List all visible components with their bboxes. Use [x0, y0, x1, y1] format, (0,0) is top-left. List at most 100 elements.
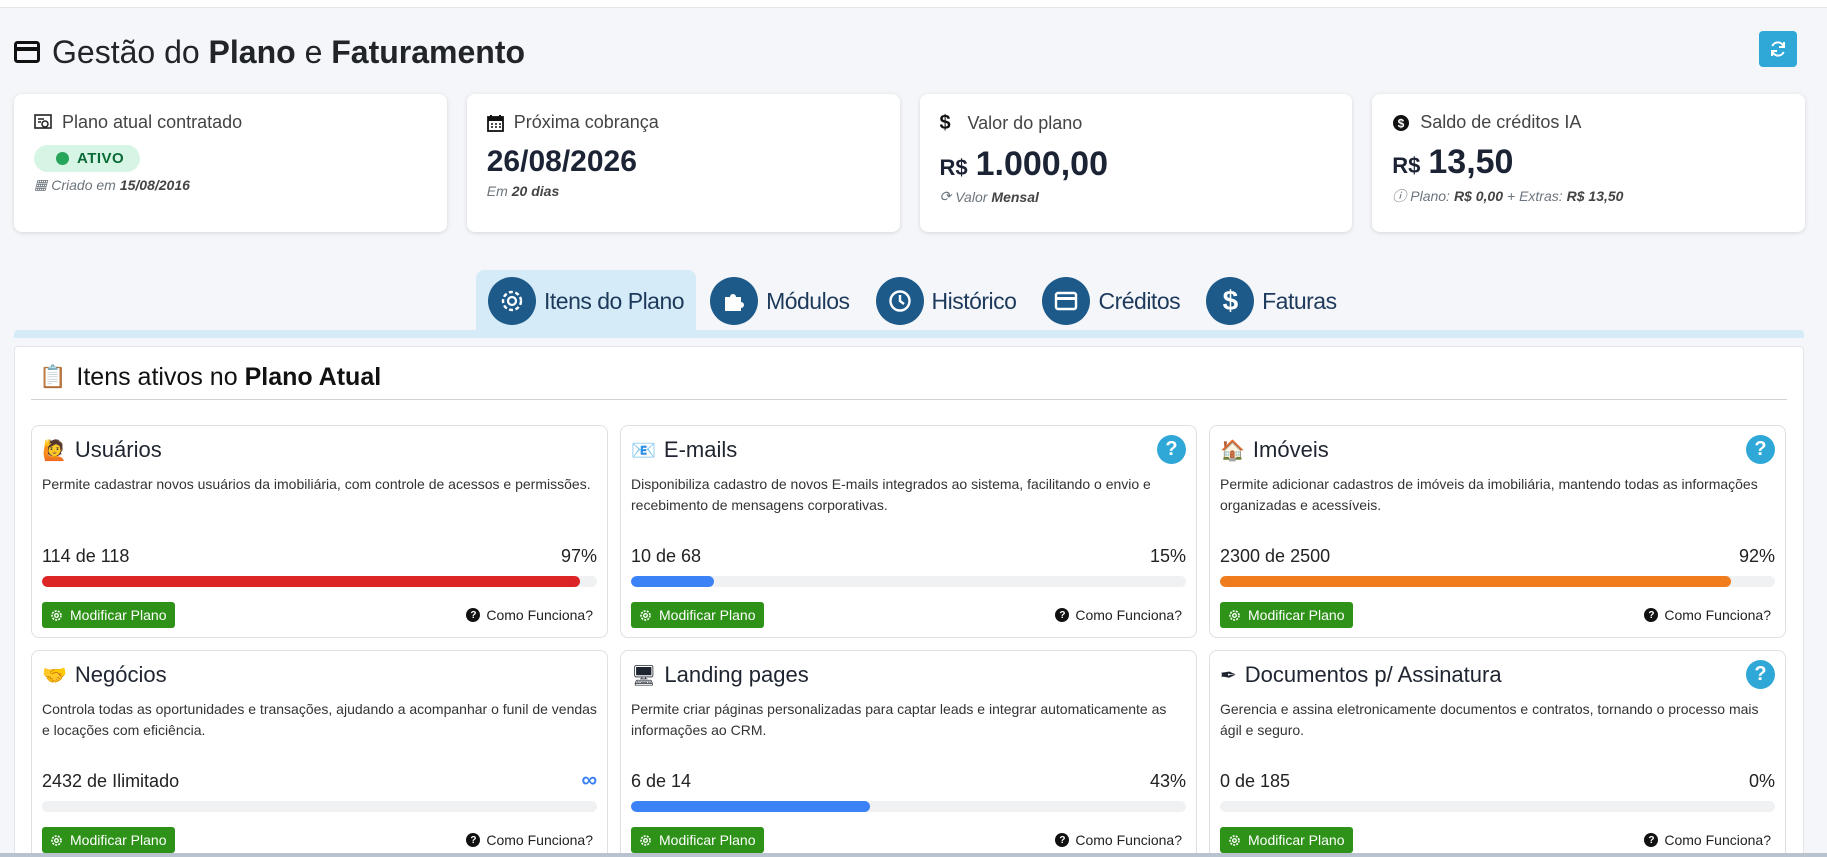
- modify-plan-button[interactable]: Modificar Plano: [1220, 827, 1353, 853]
- tab-invoices[interactable]: $ Faturas: [1194, 270, 1348, 332]
- credit-card-icon: [14, 41, 40, 63]
- gear-icon: [51, 609, 62, 621]
- calendar-icon: ▦: [34, 176, 48, 192]
- usage-count: 2300 de 2500: [1220, 546, 1331, 566]
- calendar-icon: [486, 114, 504, 132]
- usage-percent: 15%: [1149, 546, 1186, 566]
- plan-items-panel: 📋 Itens ativos no Plano Atual 🙋 Usuários…: [14, 346, 1804, 857]
- usage-count: 2432 de Ilimitado: [42, 771, 180, 791]
- plan-value: R$ 1.000,00: [939, 145, 1108, 183]
- refresh-icon: [1771, 41, 1785, 57]
- plan-item-card: 🤝 Negócios Controla todas as oportunidad…: [31, 650, 608, 857]
- card-title: 🤝 Negócios: [42, 662, 167, 687]
- usage-row: 0 de 185 0%: [1220, 771, 1775, 792]
- usage-percent: 92%: [1738, 546, 1775, 566]
- tab-credits[interactable]: Créditos: [1030, 270, 1192, 332]
- help-icon[interactable]: ?: [1746, 435, 1775, 464]
- usage-row: 6 de 14 43%: [631, 771, 1186, 792]
- usage-count: 0 de 185: [1220, 771, 1291, 791]
- help-icon[interactable]: ?: [1746, 660, 1775, 689]
- certificate-icon: [34, 113, 52, 129]
- tab-bar: Itens do Plano Módulos Histórico Crédito…: [476, 270, 1349, 332]
- created-date: ▦ Criado em 15/08/2016: [34, 176, 190, 193]
- question-icon: ?: [1055, 608, 1070, 622]
- card-description: Permite criar páginas personalizadas par…: [631, 701, 1167, 738]
- history-icon: [875, 277, 924, 325]
- card-title: ✒ Documentos p/ Assinatura: [1220, 662, 1502, 687]
- usage-count: 10 de 68: [631, 546, 702, 566]
- plan-item-card: 🙋 Usuários Permite cadastrar novos usuár…: [31, 425, 608, 638]
- plan-item-card: ✒ Documentos p/ Assinatura ? Gerencia e …: [1209, 650, 1786, 857]
- page-title: Gestão do Plano e Faturamento: [14, 34, 525, 71]
- days-remaining: Em 20 dias: [486, 183, 560, 199]
- card-description: Controla todas as oportunidades e transa…: [42, 701, 597, 738]
- infinity-icon: ∞: [581, 767, 597, 792]
- svg-text:$: $: [1398, 116, 1405, 130]
- gear-icon: [640, 609, 651, 621]
- card-footer: Modificar Plano ? Como Funciona?: [42, 602, 597, 628]
- credit-card-icon: [1042, 277, 1091, 325]
- page-header: Gestão do Plano e Faturamento: [14, 30, 1797, 74]
- usage-progress-bar: [42, 801, 597, 812]
- question-icon: ?: [1644, 608, 1659, 622]
- how-it-works-link[interactable]: ? Como Funciona?: [1055, 832, 1182, 848]
- gear-icon: [1229, 834, 1240, 846]
- usage-percent: 0%: [1748, 771, 1775, 791]
- how-it-works-link[interactable]: ? Como Funciona?: [1055, 607, 1182, 623]
- tab-modules[interactable]: Módulos: [698, 270, 861, 332]
- clipboard-icon: 📋: [39, 365, 67, 390]
- card-title: 🙋 Usuários: [42, 437, 162, 462]
- coin-icon: $: [1393, 114, 1410, 131]
- question-icon: ?: [466, 608, 481, 622]
- modify-plan-button[interactable]: Modificar Plano: [42, 827, 175, 853]
- usage-row: 2300 de 2500 92%: [1220, 546, 1775, 567]
- plan-value-label: Valor do plano: [967, 113, 1083, 133]
- how-it-works-link[interactable]: ? Como Funciona?: [1644, 607, 1771, 623]
- how-it-works-link[interactable]: ? Como Funciona?: [466, 832, 593, 848]
- card-footer: Modificar Plano ? Como Funciona?: [1220, 827, 1775, 853]
- card-emoji-icon: 🖥: [631, 663, 657, 687]
- help-icon[interactable]: ?: [1157, 435, 1186, 464]
- billing-period: ⟳ Valor Mensal: [939, 188, 1039, 205]
- panel-title: 📋 Itens ativos no Plano Atual: [39, 363, 382, 391]
- modify-plan-button[interactable]: Modificar Plano: [42, 602, 175, 628]
- dollar-icon: $: [1206, 277, 1255, 325]
- card-footer: Modificar Plano ? Como Funciona?: [42, 827, 597, 853]
- usage-count: 6 de 14: [631, 771, 692, 791]
- card-description: Gerencia e assina eletronicamente docume…: [1220, 701, 1759, 738]
- gear-icon: [640, 834, 651, 846]
- current-plan-card: Plano atual contratado ATIVO ▦ Criado em…: [14, 94, 447, 232]
- usage-progress-bar: [631, 576, 1186, 587]
- usage-percent: 97%: [560, 546, 597, 566]
- modify-plan-button[interactable]: Modificar Plano: [631, 602, 764, 628]
- tab-underline: [14, 330, 1804, 338]
- usage-percent: 43%: [1149, 771, 1186, 791]
- card-title: 🖥 Landing pages: [631, 662, 809, 687]
- tab-plan-items[interactable]: Itens do Plano: [476, 270, 697, 332]
- next-billing-label: Próxima cobrança: [513, 112, 659, 132]
- question-icon: ?: [1055, 833, 1070, 847]
- how-it-works-link[interactable]: ? Como Funciona?: [466, 607, 593, 623]
- gear-icon: [488, 277, 536, 325]
- tab-history[interactable]: Histórico: [864, 270, 1029, 332]
- bottom-scroll-edge: [0, 853, 1827, 857]
- plan-item-card: 📧 E-mails ? Disponibiliza cadastro de no…: [620, 425, 1197, 638]
- gear-icon: [1229, 609, 1240, 621]
- how-it-works-link[interactable]: ? Como Funciona?: [1644, 832, 1771, 848]
- usage-row: 10 de 68 15%: [631, 546, 1186, 567]
- modify-plan-button[interactable]: Modificar Plano: [631, 827, 764, 853]
- summary-cards: Plano atual contratado ATIVO ▦ Criado em…: [14, 94, 1805, 232]
- top-bar: [0, 0, 1827, 8]
- credits-breakdown: ⓘ Plano: R$ 0,00 + Extras: R$ 13,50: [1392, 188, 1624, 204]
- question-icon: ?: [1644, 833, 1659, 847]
- dollar-icon: $: [939, 112, 951, 134]
- usage-count: 114 de 118: [42, 546, 130, 566]
- plan-items-grid: 🙋 Usuários Permite cadastrar novos usuár…: [31, 425, 1789, 857]
- modify-plan-button[interactable]: Modificar Plano: [1220, 602, 1353, 628]
- next-billing-date: 26/08/2026: [486, 145, 637, 178]
- card-emoji-icon: 📧: [631, 438, 656, 462]
- refresh-button[interactable]: [1759, 31, 1797, 67]
- card-description: Permite adicionar cadastros de imóveis d…: [1220, 476, 1758, 513]
- current-plan-label: Plano atual contratado: [62, 112, 243, 132]
- info-icon: ⓘ: [1392, 188, 1407, 204]
